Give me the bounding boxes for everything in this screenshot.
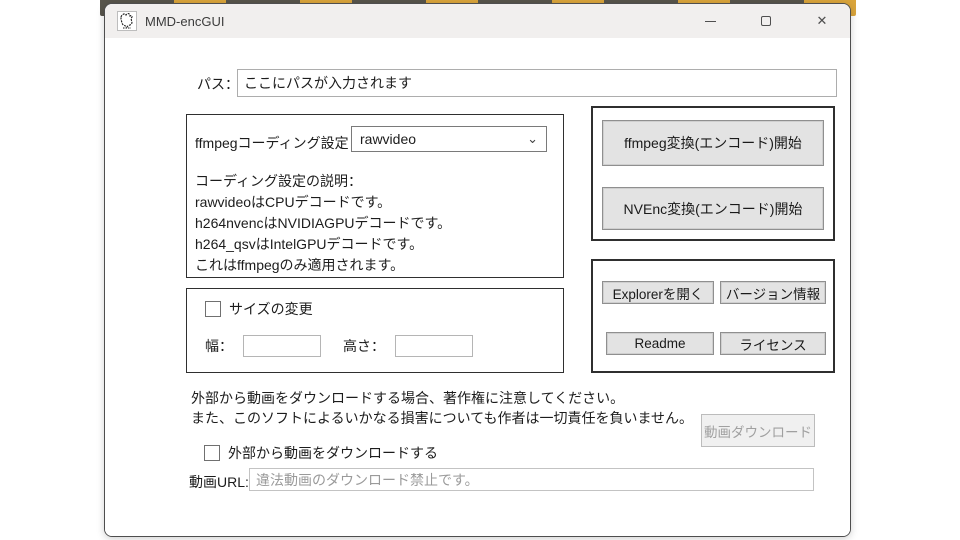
window-controls: ✕ — [682, 4, 850, 38]
copyright-warning-line1: 外部から動画をダウンロードする場合、著作権に注意してください。 — [191, 390, 625, 406]
codec-select[interactable]: rawvideo ⌄ — [351, 126, 547, 152]
width-input[interactable] — [243, 335, 321, 357]
path-label: パス： — [197, 76, 239, 92]
license-button[interactable]: ライセンス — [720, 332, 826, 355]
video-download-button[interactable]: 動画ダウンロード — [701, 414, 815, 447]
video-url-input[interactable] — [249, 468, 814, 491]
copyright-warning-line2: また、このソフトによるいかなる損害についても作者は一切責任を負いません。 — [191, 410, 694, 426]
coding-description-line: h264nvencはNVIDIAGPUデコードです。 — [195, 215, 452, 231]
titlebar[interactable]: MMD-encGUI ✕ — [105, 4, 850, 38]
coding-description-line: rawvideoはCPUデコードです。 — [195, 194, 392, 210]
app-icon — [117, 11, 137, 31]
resize-checkbox[interactable] — [205, 301, 221, 317]
readme-button[interactable]: Readme — [606, 332, 714, 355]
nvenc-encode-button[interactable]: NVEnc変換(エンコード)開始 — [602, 187, 824, 230]
height-input[interactable] — [395, 335, 473, 357]
resize-checkbox-row: サイズの変更 — [205, 299, 313, 319]
client-area: パス： ffmpegコーディング設定： rawvideo ⌄ コーディング設定の… — [105, 38, 850, 536]
open-explorer-button[interactable]: Explorerを開く — [602, 281, 714, 304]
minimize-button[interactable] — [682, 4, 738, 38]
maximize-icon — [761, 16, 771, 26]
encode-group: ffmpeg変換(エンコード)開始 NVEnc変換(エンコード)開始 — [591, 106, 835, 241]
size-group: サイズの変更 幅： 高さ： — [186, 288, 564, 373]
coding-description-line: これはffmpegのみ適用されます。 — [195, 257, 405, 273]
width-label: 幅： — [205, 338, 233, 354]
coding-settings-group: ffmpegコーディング設定： rawvideo ⌄ コーディング設定の説明： … — [186, 114, 564, 278]
tools-group: Explorerを開く バージョン情報 Readme ライセンス — [591, 259, 835, 373]
coding-description-line: コーディング設定の説明： — [195, 173, 363, 189]
maximize-button[interactable] — [738, 4, 794, 38]
window-title: MMD-encGUI — [145, 13, 225, 29]
chevron-down-icon: ⌄ — [527, 131, 538, 146]
coding-description-line: h264_qsvはIntelGPUデコードです。 — [195, 236, 424, 252]
height-label: 高さ： — [343, 338, 385, 354]
minimize-icon — [704, 20, 716, 22]
download-checkbox[interactable] — [204, 445, 220, 461]
coding-description: コーディング設定の説明： rawvideoはCPUデコードです。 h264nve… — [195, 171, 451, 276]
ffmpeg-encode-button[interactable]: ffmpeg変換(エンコード)開始 — [602, 120, 824, 166]
size-inputs-row: 幅： 高さ： — [205, 335, 473, 357]
version-info-button[interactable]: バージョン情報 — [720, 281, 826, 304]
resize-checkbox-label: サイズの変更 — [229, 301, 313, 317]
app-window: MMD-encGUI ✕ パス： ffmpegコーディング設定： — [104, 3, 851, 537]
download-checkbox-row: 外部から動画をダウンロードする — [204, 443, 438, 463]
close-icon: ✕ — [816, 13, 828, 28]
path-input[interactable] — [237, 69, 837, 97]
video-url-label: 動画URL: — [189, 474, 249, 490]
screen: MMD-encGUI ✕ パス： ffmpegコーディング設定： — [0, 0, 960, 540]
download-checkbox-label: 外部から動画をダウンロードする — [228, 445, 438, 461]
coding-settings-label: ffmpegコーディング設定： — [195, 135, 363, 151]
close-button[interactable]: ✕ — [794, 4, 850, 38]
codec-select-value: rawvideo — [360, 131, 417, 147]
